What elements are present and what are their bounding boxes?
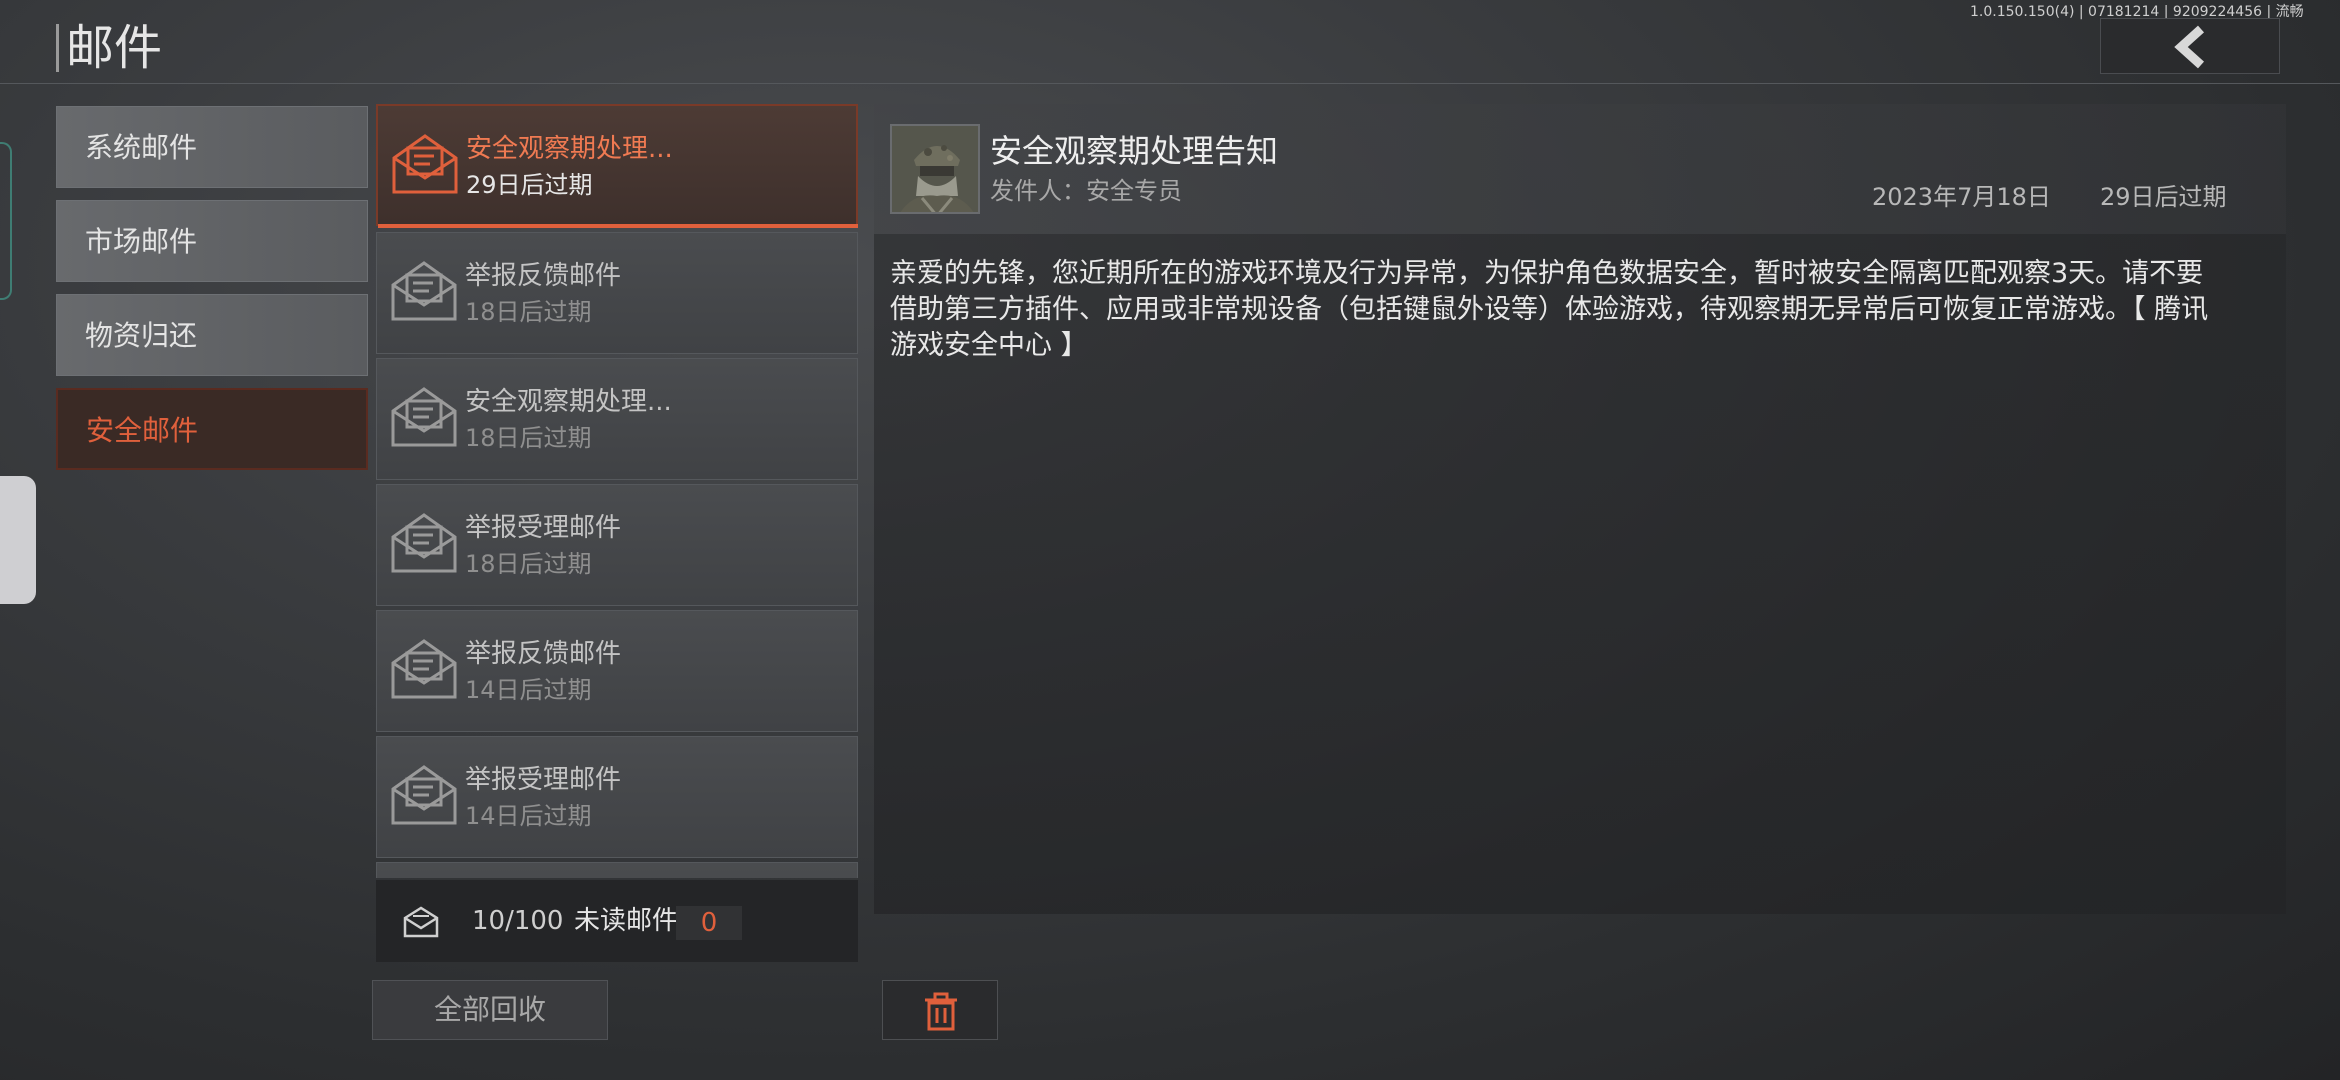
envelope-open-icon (391, 261, 457, 321)
mail-subject: 举报反馈邮件 (465, 261, 622, 291)
envelope-open-icon (391, 639, 457, 699)
mail-expiry: 18日后过期 (465, 298, 592, 326)
mail-item[interactable]: 举报受理邮件 18日后过期 (376, 484, 858, 606)
edge-bracket (0, 142, 12, 300)
page-title: 邮件 (66, 20, 163, 76)
category-security-mail[interactable]: 安全邮件 (56, 388, 368, 470)
mail-body: 亲爱的先锋，您近期所在的游戏环境及行为异常，为保护角色数据安全，暂时被安全隔离匹… (890, 258, 2209, 361)
unread-label: 未读邮件 (574, 906, 679, 936)
mail-subject: 举报受理邮件 (465, 513, 622, 543)
mail-item[interactable]: 举报反馈邮件 18日后过期 (376, 232, 858, 354)
trash-icon (925, 992, 957, 1031)
mail-sender: 发件人：安全专员 (990, 177, 1182, 205)
mail-date: 2023年7月18日 (1872, 183, 2051, 211)
mail-item[interactable] (376, 862, 858, 878)
soldier-portrait (892, 126, 978, 212)
chevron-left-icon (2174, 25, 2205, 69)
mail-expiry: 14日后过期 (465, 802, 592, 830)
envelope-open-icon (391, 513, 457, 573)
category-system-mail[interactable]: 系统邮件 (56, 106, 368, 188)
mail-detail-header: 安全观察期处理告知 发件人：安全专员 2023年7月18日 29日后过期 (874, 104, 2286, 234)
back-button[interactable] (2100, 18, 2280, 74)
mail-expiry: 29日后过期 (466, 171, 593, 199)
mail-item[interactable]: 安全观察期处理... 29日后过期 (376, 104, 858, 226)
delete-button[interactable] (882, 980, 998, 1040)
envelope-open-icon (392, 134, 458, 194)
envelope-open-icon (391, 765, 457, 825)
mail-subject: 举报反馈邮件 (465, 639, 622, 669)
selected-indicator (378, 224, 858, 228)
sender-avatar (890, 124, 980, 214)
title-divider (56, 24, 59, 72)
mail-counter-bar: 10/100 未读邮件 0 (376, 880, 858, 962)
mail-expiry: 18日后过期 (465, 550, 592, 578)
mail-list: 安全观察期处理... 29日后过期 举报反馈邮件 18日后过期 安全观察期处理.… (376, 104, 860, 878)
side-pull-tab[interactable] (0, 476, 36, 604)
envelope-open-icon (391, 387, 457, 447)
mail-item[interactable]: 举报受理邮件 14日后过期 (376, 736, 858, 858)
mail-count: 10/100 (472, 906, 564, 936)
mail-subject: 安全观察期处理... (466, 134, 673, 164)
category-market-mail[interactable]: 市场邮件 (56, 200, 368, 282)
mail-subject: 安全观察期处理... (465, 387, 672, 417)
mail-detail-expiry: 29日后过期 (2100, 183, 2227, 211)
mail-item[interactable]: 安全观察期处理... 18日后过期 (376, 358, 858, 480)
unread-count: 0 (676, 906, 742, 940)
mail-item[interactable]: 举报反馈邮件 14日后过期 (376, 610, 858, 732)
mail-stack-icon (403, 906, 439, 938)
mail-expiry: 18日后过期 (465, 424, 592, 452)
mail-subject: 举报受理邮件 (465, 765, 622, 795)
category-supply-return[interactable]: 物资归还 (56, 294, 368, 376)
mail-expiry: 14日后过期 (465, 676, 592, 704)
mail-detail-panel: 安全观察期处理告知 发件人：安全专员 2023年7月18日 29日后过期 亲爱的… (874, 104, 2286, 914)
mail-title: 安全观察期处理告知 (990, 132, 1279, 170)
collect-all-button[interactable]: 全部回收 (372, 980, 608, 1040)
